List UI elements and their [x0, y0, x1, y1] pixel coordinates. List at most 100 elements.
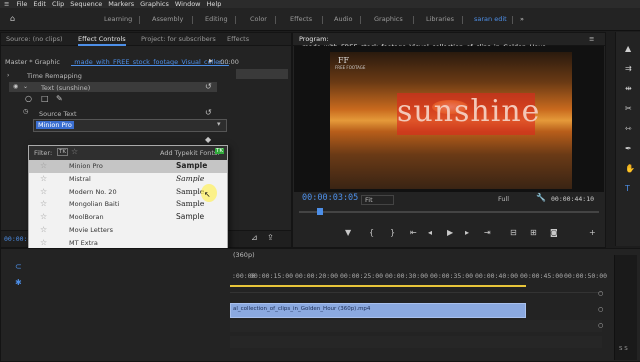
master-label[interactable]: Master * Graphic	[5, 58, 60, 66]
time-remapping-label: Time Remapping	[27, 72, 82, 80]
wrench-icon[interactable]: 🔧	[536, 194, 546, 202]
favorite-star-icon[interactable]: ☆	[40, 212, 47, 221]
extract-icon[interactable]: ⊞	[530, 229, 537, 237]
fit-dropdown[interactable]: Fit	[361, 195, 394, 205]
step-forward-icon[interactable]: ▸	[465, 229, 469, 237]
type-tool-icon[interactable]: T	[625, 184, 630, 193]
font-list-item[interactable]: ☆ Minion Pro Sample	[29, 160, 227, 173]
ruler-label: 00:00:20:00	[295, 272, 339, 280]
workspace-effects[interactable]: Effects	[290, 15, 312, 23]
chevron-down-icon[interactable]: ⌄	[23, 83, 28, 91]
favorite-star-icon[interactable]: ☆	[40, 174, 47, 183]
favorites-filter-icon[interactable]: ☆	[71, 147, 78, 156]
favorite-star-icon[interactable]: ☆	[40, 161, 47, 170]
menu-clip[interactable]: Clip	[49, 0, 67, 8]
mark-out-icon[interactable]: }	[390, 229, 395, 237]
playhead-marker[interactable]	[317, 208, 323, 215]
menu-file[interactable]: File	[13, 0, 30, 8]
tab-effects[interactable]: Effects	[227, 35, 249, 43]
menu-sequence[interactable]: Sequence	[67, 0, 105, 8]
slip-tool-icon[interactable]: ⇿	[625, 124, 632, 133]
reset-icon[interactable]: ↺	[205, 83, 212, 91]
work-area-bar[interactable]	[230, 285, 526, 287]
filter-icon[interactable]: ⊿	[251, 234, 258, 242]
favorite-star-icon[interactable]: ☆	[40, 187, 47, 196]
marker-icon[interactable]: ▼	[345, 229, 351, 237]
font-dropdown[interactable]: Minion Pro ▾	[33, 119, 227, 132]
audio-track[interactable]	[230, 320, 602, 332]
menu-edit[interactable]: Edit	[30, 0, 49, 8]
mark-in-icon[interactable]: {	[369, 229, 374, 237]
menu-graphics[interactable]: Graphics	[137, 0, 172, 8]
font-list-item[interactable]: ☆ Movie Letters	[29, 224, 227, 237]
overlay-title-text[interactable]: sunshine	[397, 94, 539, 129]
typekit-add-icon[interactable]: TK	[215, 148, 224, 154]
export-frame-icon[interactable]: ◙	[550, 229, 558, 237]
text-layer-label: Text (sunshine)	[41, 84, 91, 92]
workspace-saran-edit[interactable]: saran edit	[474, 15, 507, 23]
track-toggle-icon[interactable]: ○	[598, 306, 603, 314]
program-timecode[interactable]: 00:00:03:05	[302, 193, 358, 203]
menu-help[interactable]: Help	[204, 0, 225, 8]
workspace-learning[interactable]: Learning	[104, 15, 132, 23]
workspace-graphics[interactable]: Graphics	[374, 15, 403, 23]
razor-tool-icon[interactable]: ✂	[625, 104, 632, 113]
menu-window[interactable]: Window	[172, 0, 204, 8]
lift-icon[interactable]: ⊟	[510, 229, 517, 237]
hand-tool-icon[interactable]: ✋	[625, 164, 635, 173]
sequence-label[interactable]: (360p)	[233, 251, 255, 259]
font-list-item[interactable]: ☆ MoolBoran Sample	[29, 211, 227, 224]
tab-project[interactable]: Project: for subscribers	[141, 35, 216, 43]
source-text-label: Source Text	[39, 110, 77, 118]
chevron-right-icon[interactable]: ›	[7, 72, 9, 80]
panel-menu-icon[interactable]: ≡	[589, 35, 594, 43]
clip-label[interactable]: _made_with_FREE_stock_footage_Visual_col…	[71, 58, 229, 66]
snap-icon[interactable]: ⊂	[15, 263, 22, 271]
favorite-star-icon[interactable]: ☆	[40, 225, 47, 234]
linked-selection-icon[interactable]: ✱	[15, 279, 22, 287]
program-duration: 00:00:44:10	[551, 195, 595, 203]
resolution-dropdown[interactable]: Full	[498, 195, 509, 203]
keyframe-nav-icon[interactable]: ◆	[205, 136, 211, 144]
play-icon[interactable]: ▶	[447, 229, 453, 237]
workspace-audio[interactable]: Audio	[334, 15, 352, 23]
favorite-star-icon[interactable]: ☆	[40, 199, 47, 208]
tab-effect-controls[interactable]: Effect Controls	[78, 35, 126, 46]
track-select-icon[interactable]: ⇉	[625, 64, 632, 73]
reset-source-text-icon[interactable]: ↺	[205, 109, 212, 117]
favorite-star-icon[interactable]: ☆	[40, 238, 47, 247]
home-icon[interactable]: ⌂	[10, 15, 15, 23]
pen-tool-icon[interactable]: ✒	[625, 144, 632, 153]
audio-track[interactable]	[230, 336, 602, 348]
video-clip[interactable]: al_collection_of_clips_in_Golden_Hour (3…	[230, 303, 526, 318]
go-to-out-icon[interactable]: ⇥	[484, 229, 491, 237]
go-to-in-icon[interactable]: ⇤	[410, 229, 417, 237]
typekit-filter-icon[interactable]: TK	[57, 148, 68, 156]
rect-mask-icon[interactable]: □	[41, 95, 49, 103]
selection-tool-icon[interactable]: ▲	[625, 44, 631, 53]
more-workspaces-icon[interactable]: »	[520, 15, 524, 23]
workspace-libraries[interactable]: Libraries	[426, 15, 454, 23]
eye-icon[interactable]: ◉	[13, 83, 18, 91]
font-list-item[interactable]: ☆ Mistral Sample	[29, 173, 227, 186]
pen-mask-icon[interactable]: ✎	[56, 95, 63, 103]
menu-markers[interactable]: Markers	[105, 0, 137, 8]
ec-time-start: :00:00	[218, 58, 239, 66]
export-icon[interactable]: ⇪	[267, 234, 274, 242]
workspace-editing[interactable]: Editing	[205, 15, 228, 23]
workspace-assembly[interactable]: Assembly	[152, 15, 183, 23]
track-toggle-icon[interactable]: ○	[598, 322, 603, 330]
app-menu-icon[interactable]: ≡	[0, 0, 13, 8]
play-only-icon[interactable]: ▸	[209, 57, 213, 65]
ripple-edit-icon[interactable]: ⇹	[625, 84, 632, 93]
add-button-icon[interactable]: +	[589, 229, 596, 237]
stopwatch-icon[interactable]: ◷	[23, 108, 28, 116]
tab-source[interactable]: Source: (no clips)	[6, 35, 63, 43]
playhead-scrub-bar[interactable]	[299, 211, 599, 213]
font-list-item[interactable]: ☆ Mongolian Baiti Sample	[29, 198, 227, 211]
step-back-icon[interactable]: ◂	[428, 229, 432, 237]
track-toggle-icon[interactable]: ○	[598, 290, 603, 298]
workspace-color[interactable]: Color	[250, 15, 267, 23]
ellipse-mask-icon[interactable]: ○	[25, 95, 32, 103]
font-list-item[interactable]: ☆ Modern No. 20 Sample	[29, 186, 227, 199]
